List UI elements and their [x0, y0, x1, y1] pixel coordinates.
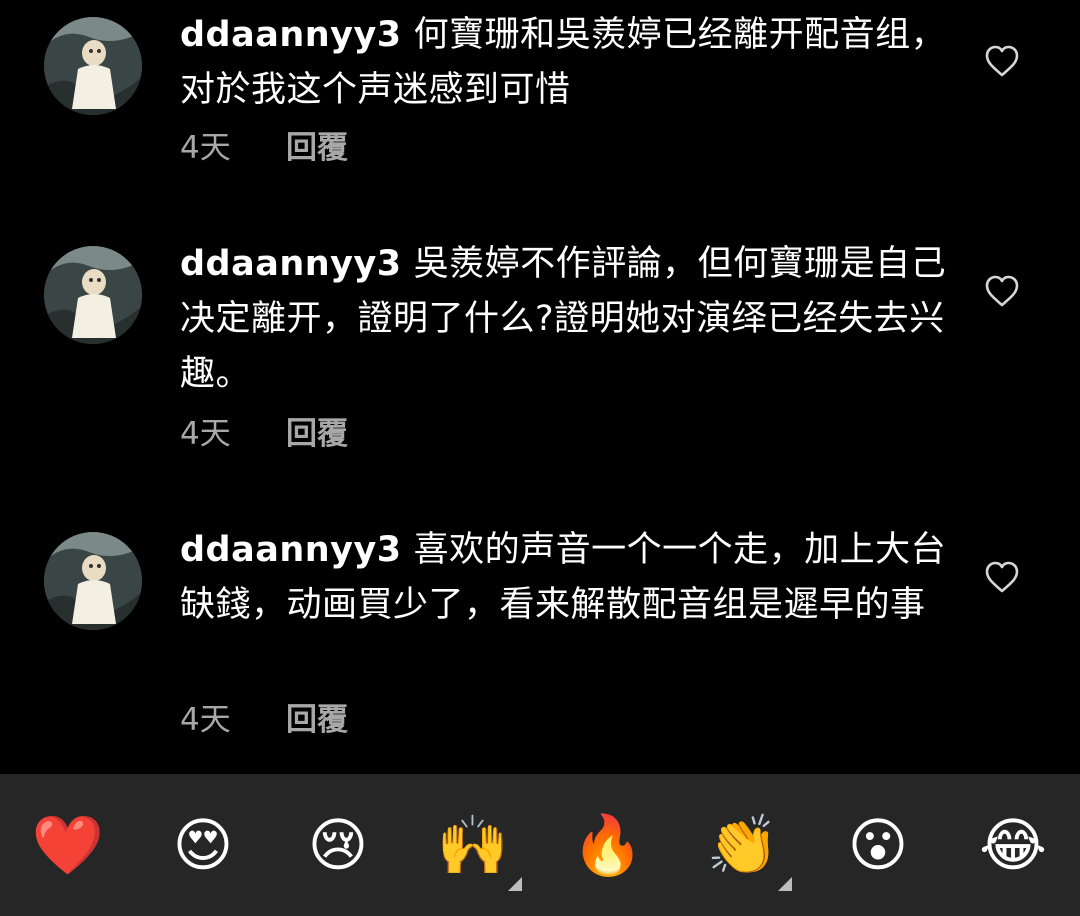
- avatar-photo-icon: [44, 532, 142, 630]
- avatar-photo-icon: [44, 17, 142, 115]
- comment-username[interactable]: ddaannyy3: [180, 244, 402, 284]
- comment-time: 4天: [180, 130, 231, 166]
- raised-hands-emoji-button[interactable]: 🙌: [436, 808, 510, 882]
- reply-button[interactable]: 回覆: [286, 414, 348, 454]
- heart-outline-icon: [985, 561, 1019, 593]
- reply-button[interactable]: 回覆: [286, 700, 348, 740]
- like-button[interactable]: [984, 560, 1020, 594]
- user-avatar[interactable]: [44, 532, 142, 630]
- surprised-face-emoji-button[interactable]: 😮: [841, 808, 915, 882]
- heart-eyes-emoji-button[interactable]: 😍: [166, 808, 240, 882]
- fire-emoji-button[interactable]: 🔥: [571, 808, 645, 882]
- user-avatar[interactable]: [44, 246, 142, 344]
- comment-text: ddaannyy3 何寶珊和吳羨婷已经離开配音组，对於我这个声迷感到可惜: [180, 8, 950, 118]
- skin-tone-indicator-icon: [508, 877, 522, 891]
- like-button[interactable]: [984, 274, 1020, 308]
- comment-text: ddaannyy3 吳羨婷不作評論，但何寶珊是自己决定離开，證明了什么?證明她对演…: [180, 237, 950, 402]
- comment-time: 4天: [180, 702, 231, 738]
- skin-tone-indicator-icon: [778, 877, 792, 891]
- emoji-reaction-bar: ❤️ 😍 😢 🙌 🔥 👏 😮 😂: [0, 774, 1080, 916]
- tears-of-joy-emoji-button[interactable]: 😂: [976, 808, 1050, 882]
- comment-list: ddaannyy3 何寶珊和吳羨婷已经離开配音组，对於我这个声迷感到可惜 4天 回覆…: [0, 0, 1080, 774]
- crying-face-emoji-button[interactable]: 😢: [301, 808, 375, 882]
- comment-meta: 4天 回覆: [180, 700, 348, 740]
- comment-username[interactable]: ddaannyy3: [180, 530, 402, 570]
- comment-meta: 4天 回覆: [180, 414, 348, 454]
- comment-time: 4天: [180, 416, 231, 452]
- avatar-photo-icon: [44, 246, 142, 344]
- heart-outline-icon: [985, 275, 1019, 307]
- red-heart-emoji-button[interactable]: ❤️: [31, 808, 105, 882]
- heart-outline-icon: [985, 45, 1019, 77]
- clapping-hands-emoji-button[interactable]: 👏: [706, 808, 780, 882]
- reply-button[interactable]: 回覆: [286, 128, 348, 168]
- comment-meta: 4天 回覆: [180, 128, 348, 168]
- like-button[interactable]: [984, 44, 1020, 78]
- user-avatar[interactable]: [44, 17, 142, 115]
- comment-username[interactable]: ddaannyy3: [180, 15, 402, 55]
- comment-text: ddaannyy3 喜欢的声音一个一个走，加上大台缺錢，动画買少了，看来解散配音组…: [180, 523, 950, 633]
